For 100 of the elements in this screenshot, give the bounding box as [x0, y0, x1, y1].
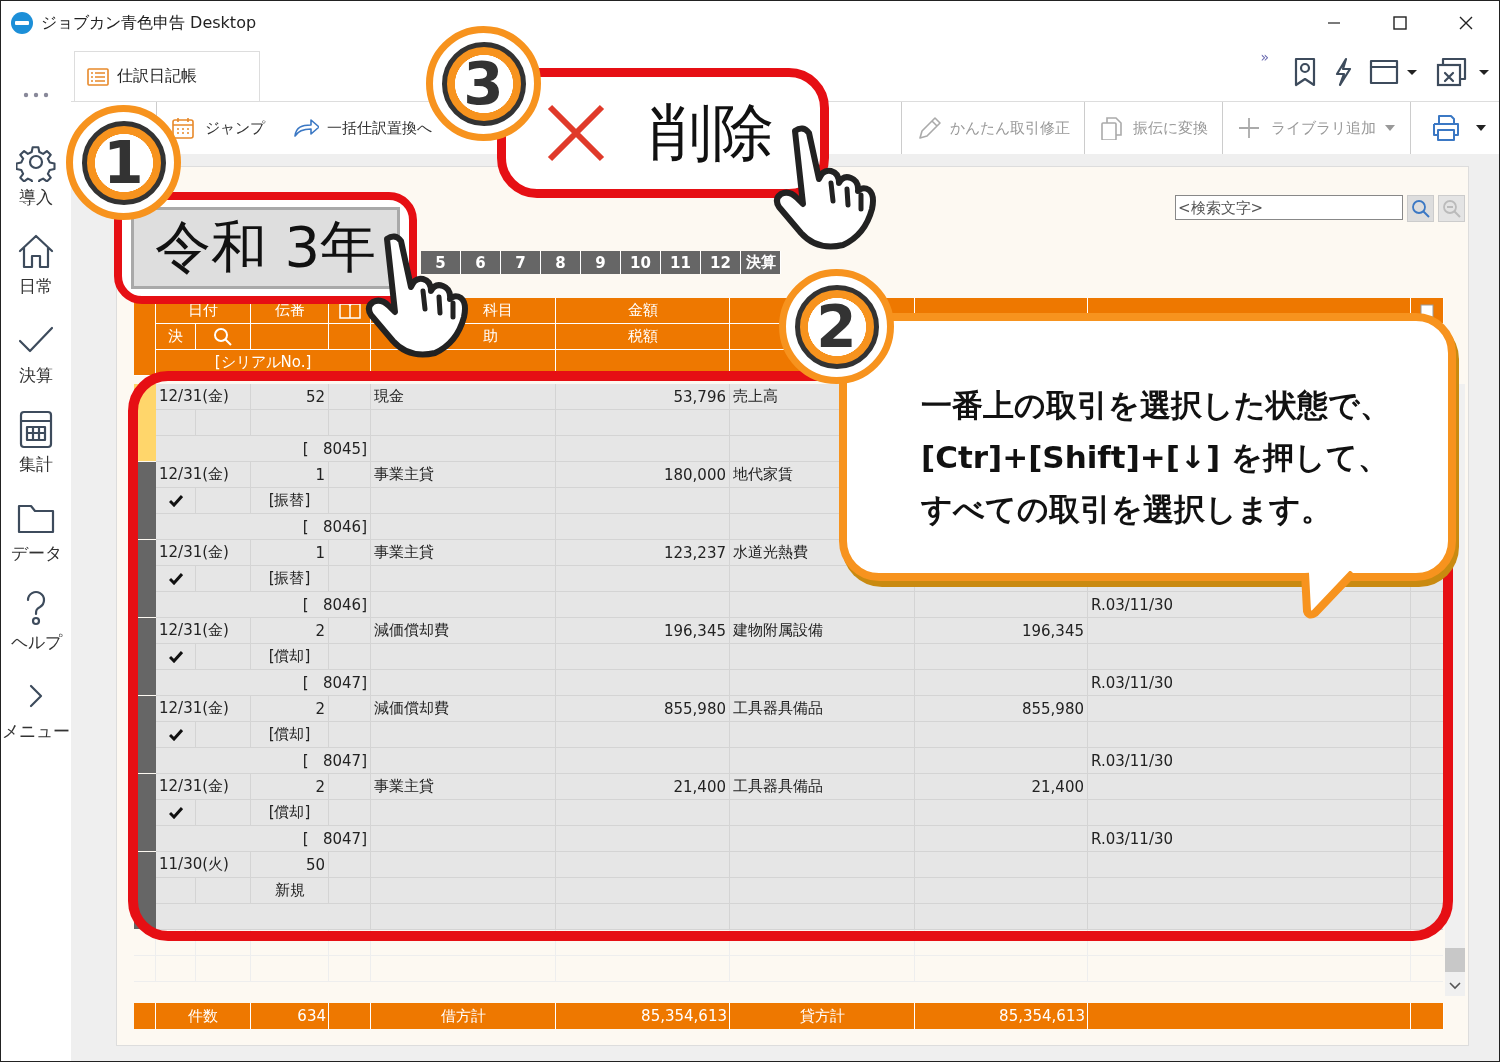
table-cell: 12/31(金) — [156, 774, 251, 800]
table-cell: 196,345 — [556, 618, 730, 644]
table-cell: [ 8045] — [156, 436, 371, 462]
table-cell: [ 8047] — [156, 826, 371, 852]
month-tab[interactable]: 12 — [701, 251, 741, 274]
close-icon[interactable] — [1459, 16, 1473, 30]
column-header: 税額 — [556, 324, 730, 350]
tab[interactable]: 仕訳日記帳 — [74, 51, 260, 101]
table-cell: [償却] — [251, 644, 329, 670]
table-cell — [1411, 748, 1443, 774]
table-cell — [1411, 722, 1443, 748]
month-tab[interactable]: 9 — [581, 251, 621, 274]
table-cell — [329, 384, 371, 410]
table-cell: [振替] — [251, 488, 329, 514]
search-button[interactable] — [1407, 195, 1434, 222]
table-cell: 855,980 — [556, 696, 730, 722]
checkmark-icon — [168, 494, 183, 507]
curved-arrow-icon — [293, 116, 319, 140]
table-cell: 11/30(火) — [156, 852, 251, 878]
zoom-out-icon — [1441, 198, 1462, 219]
pencil-icon — [916, 116, 942, 140]
table-cell: [ 8047] — [156, 670, 371, 696]
table-cell: 855,980 — [915, 696, 1088, 722]
table-cell: 事業主貸 — [371, 462, 556, 488]
checkmark-icon — [168, 806, 183, 819]
month-tab[interactable]: 10 — [621, 251, 661, 274]
table-cell: 12/31(金) — [156, 462, 251, 488]
table-cell — [1411, 670, 1443, 696]
instruction-text: [Ctr]+[Shift]+[↓] を押して、 — [921, 438, 1390, 477]
copy-icon — [1099, 116, 1125, 140]
sidebar-item[interactable]: 日常 — [16, 231, 56, 320]
table-cell: 21,400 — [915, 774, 1088, 800]
scroll-thumb[interactable] — [1445, 948, 1465, 972]
table-cell: 工具器具備品 — [730, 774, 915, 800]
year-button[interactable]: 令和 3年 — [131, 207, 400, 289]
table-cell: [振替] — [251, 566, 329, 592]
month-tab[interactable]: 5 — [421, 251, 461, 274]
instruction-text: すべての取引を選択します。 — [921, 490, 1333, 529]
month-tab[interactable]: 8 — [541, 251, 581, 274]
table-cell: 新規 — [251, 878, 329, 904]
table-cell: 貸方計 — [730, 1003, 915, 1029]
search-icon — [213, 326, 233, 347]
month-tab[interactable]: 決算 — [741, 251, 781, 274]
table-cell: [ 8046] — [156, 592, 371, 618]
table-cell: 180,000 — [556, 462, 730, 488]
month-tab[interactable]: 7 — [501, 251, 541, 274]
table-cell: [ 8047] — [156, 748, 371, 774]
search-field[interactable]: <検索文字> — [1175, 195, 1403, 220]
sidebar-item[interactable]: ヘルプ — [10, 587, 62, 676]
table-cell: 借方計 — [371, 1003, 556, 1029]
table-cell: 1 — [251, 462, 329, 488]
checkmark-icon — [168, 572, 183, 585]
table-cell: 減価償却費 — [371, 618, 556, 644]
table-cell: 現金 — [371, 384, 556, 410]
table-cell: 85,354,613 — [915, 1003, 1088, 1029]
sidebar-item[interactable]: 決算 — [16, 320, 56, 409]
maximize-icon[interactable] — [1393, 16, 1407, 30]
list-icon — [87, 67, 109, 86]
month-tab[interactable]: 6 — [461, 251, 501, 274]
more-icon — [23, 92, 49, 98]
table-cell: 減価償却費 — [371, 696, 556, 722]
column-header: 金額 — [556, 298, 730, 324]
chevron-down-icon[interactable] — [1449, 982, 1461, 990]
table-cell: 12/31(金) — [156, 618, 251, 644]
table-cell: [償却] — [251, 800, 329, 826]
table-cell: 2 — [251, 618, 329, 644]
app-logo-icon — [11, 12, 33, 34]
table-cell: [償却] — [251, 722, 329, 748]
table-cell — [1411, 852, 1443, 878]
month-tab[interactable]: 11 — [661, 251, 701, 274]
table-cell: 1 — [251, 540, 329, 566]
sidebar-item[interactable]: 導入 — [16, 142, 56, 231]
caret-down-icon — [1384, 124, 1396, 132]
calendar-icon — [171, 116, 197, 140]
caret-down-icon — [1475, 124, 1487, 132]
step-marker-tooltip: 1 — [66, 105, 181, 220]
table-cell: 50 — [251, 852, 329, 878]
table-cell: R.03/11/30 — [1088, 826, 1411, 852]
table-cell — [1411, 774, 1443, 800]
checkmark-icon — [168, 650, 183, 663]
printer-icon — [1431, 114, 1461, 142]
table-cell: 建物附属設備 — [730, 618, 915, 644]
window-title: ジョブカン青色申告 Desktop — [41, 12, 257, 34]
table-cell — [1411, 592, 1443, 618]
sidebar-item[interactable]: 集計 — [16, 409, 56, 498]
bookmark-icon[interactable] — [1293, 57, 1317, 87]
table-cell: R.03/11/30 — [1088, 748, 1411, 774]
table-cell: 事業主貸 — [371, 774, 556, 800]
table-cell — [1411, 878, 1443, 904]
table-cell: 2 — [251, 696, 329, 722]
table-cell: 52 — [251, 384, 329, 410]
overflow-button[interactable]: » — [1260, 49, 1269, 65]
table-cell: 634 — [251, 1003, 329, 1029]
table-cell: 196,345 — [915, 618, 1088, 644]
sidebar-item[interactable]: データ — [10, 498, 62, 587]
table-cell — [1411, 644, 1443, 670]
instruction-text: 一番上の取引を選択した状態で、 — [921, 386, 1392, 425]
sidebar-item[interactable]: メニュー — [2, 676, 70, 765]
table-cell: 件数 — [156, 1003, 251, 1029]
table-cell — [1411, 800, 1443, 826]
